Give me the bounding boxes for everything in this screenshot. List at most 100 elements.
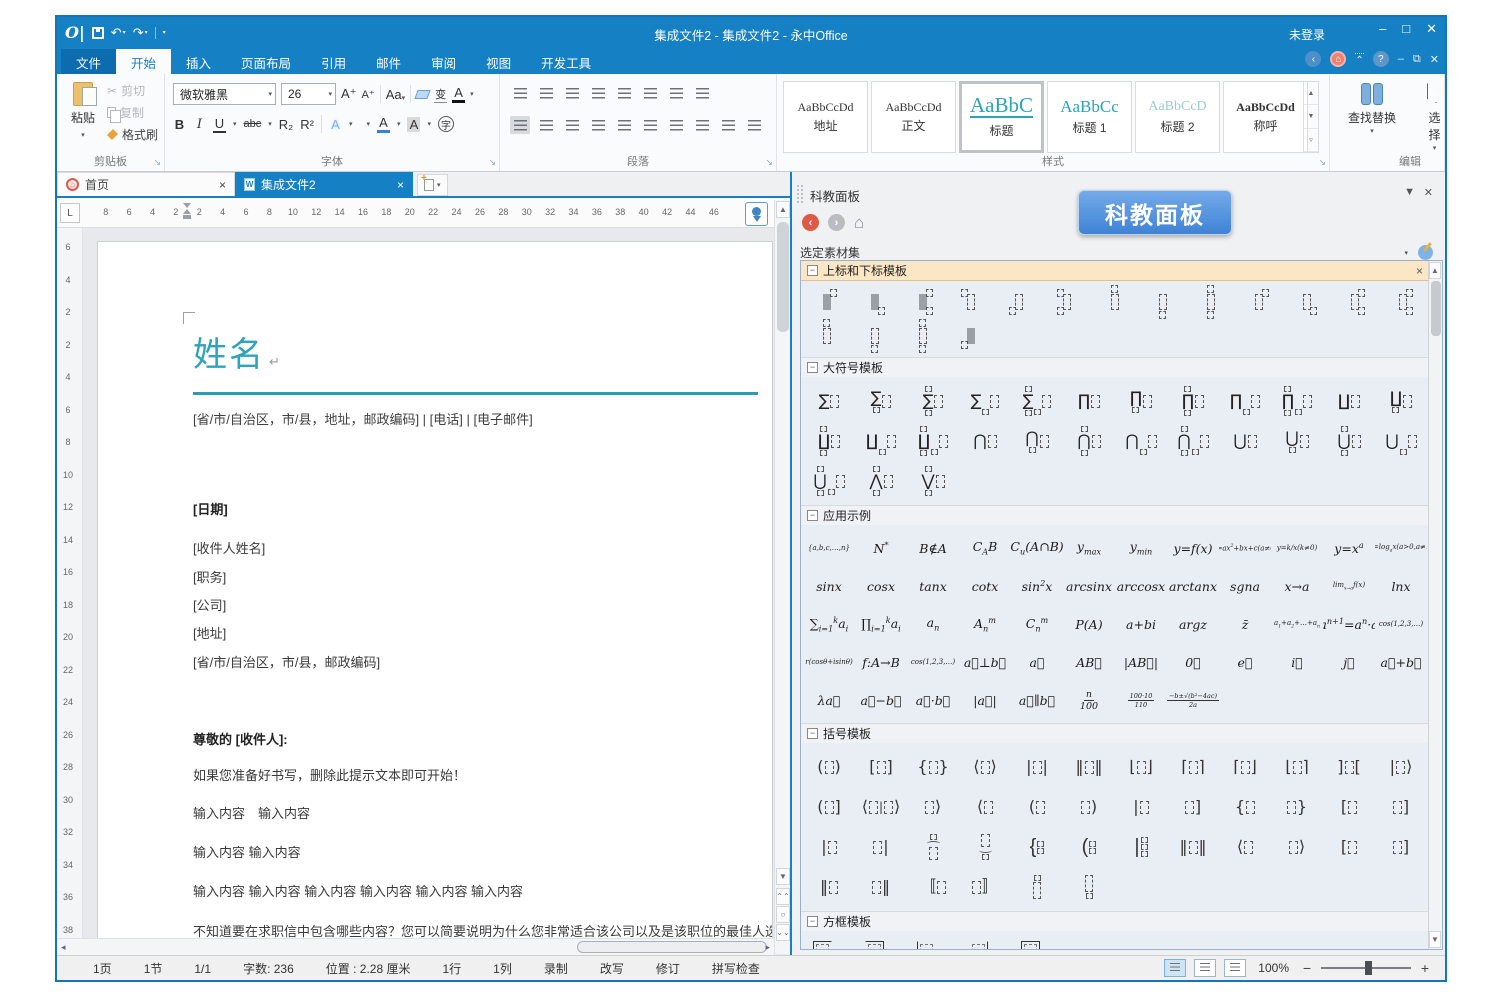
print-layout-view-button[interactable] <box>1164 959 1186 977</box>
bracket-template[interactable]: [] <box>855 747 907 787</box>
formula-example[interactable]: |a⃗| <box>959 681 1011 719</box>
bracket-template[interactable]: {} <box>907 747 959 787</box>
box-template[interactable] <box>969 935 988 950</box>
formula-example[interactable]: a⃗·b⃗ <box>907 681 959 719</box>
font-family-select[interactable]: 微软雅黑▾ <box>173 83 276 105</box>
bigop-template[interactable]: ∑ <box>907 381 959 421</box>
formula-example[interactable]: y=f(x) <box>1167 529 1219 567</box>
close-tab-icon[interactable]: × <box>219 178 226 192</box>
bracket-template[interactable]: [ <box>1323 787 1375 827</box>
collapse-icon[interactable]: − <box>807 916 818 927</box>
bigop-template[interactable]: ⋃ <box>1219 421 1271 461</box>
vertical-scrollbar[interactable]: ▲ ▼ ⌃⌃ ○ ⌄⌄ <box>774 200 790 954</box>
formula-example[interactable]: y=xa <box>1323 529 1375 567</box>
bracket-template[interactable]: | <box>803 827 855 867</box>
formula-example[interactable]: y=logax(a>0,a≠1) <box>1375 529 1427 567</box>
supsub-template[interactable] <box>1283 285 1331 319</box>
zoom-slider-handle[interactable] <box>1365 961 1372 975</box>
bigop-template[interactable]: ∐ <box>855 421 907 461</box>
previous-page-icon[interactable]: ⌃⌃ <box>776 888 790 905</box>
bigop-template[interactable]: ∐ <box>1375 381 1427 421</box>
login-status[interactable]: 未登录 <box>1289 26 1325 43</box>
formula-example[interactable]: f:A→B <box>855 643 907 681</box>
supsub-template[interactable] <box>1331 285 1379 319</box>
status-item-9[interactable]: 修订 <box>640 962 696 976</box>
panel-forward-icon[interactable]: › <box>828 214 845 231</box>
pinyin-guide-button[interactable]: 变 <box>434 86 447 103</box>
bigop-template[interactable]: ∏ <box>1219 381 1271 421</box>
formula-example[interactable]: Cnm <box>1011 605 1063 643</box>
bold-button[interactable]: B <box>173 117 186 132</box>
bigop-template[interactable]: ∏ <box>1271 381 1323 421</box>
bigop-template[interactable]: ⋀ <box>855 461 907 501</box>
increase-indent-button[interactable] <box>614 84 634 102</box>
bullet-list-button[interactable] <box>510 84 530 102</box>
bracket-template[interactable] <box>959 827 1011 867</box>
bracket-template[interactable]: { <box>1011 827 1063 867</box>
bracket-template[interactable]: ⌊⌋ <box>1115 747 1167 787</box>
formula-example[interactable]: 100·10110 <box>1115 681 1167 719</box>
bracket-template[interactable]: ⟨|⟩ <box>855 787 907 827</box>
distribute-button[interactable] <box>614 116 634 134</box>
bracket-template[interactable]: ⟨ <box>959 787 1011 827</box>
document-page[interactable]: 姓名↵ [省/市/自治区，市/县，地址，邮政编码] | [电话] | [电子邮件… <box>97 241 773 955</box>
material-set-selector[interactable]: 选定素材集 ▾ <box>800 244 1433 261</box>
panel-back-icon[interactable]: ‹ <box>802 214 819 231</box>
supsub-template[interactable] <box>1091 285 1139 319</box>
scroll-right-icon[interactable]: ▸ <box>765 942 770 953</box>
doc-close-icon[interactable]: ✕ <box>1430 53 1439 66</box>
formula-example[interactable]: P(A) <box>1063 605 1115 643</box>
character-border-button[interactable]: A <box>452 85 465 103</box>
bigop-template[interactable]: ∑ <box>959 381 1011 421</box>
formula-example[interactable]: limx→af(x) <box>1323 567 1375 605</box>
new-tab-button[interactable]: ▾ <box>417 174 448 196</box>
panel-close-icon[interactable]: ✕ <box>1424 186 1433 199</box>
close-button[interactable]: ✕ <box>1426 21 1437 37</box>
formula-example[interactable]: cotx <box>959 567 1011 605</box>
bracket-template[interactable]: } <box>1271 787 1323 827</box>
scroll-down-icon[interactable]: ▼ <box>776 868 790 885</box>
italic-button[interactable]: I <box>193 117 206 132</box>
supsub-template[interactable] <box>899 319 947 353</box>
panel-scrollbar[interactable]: ▲ ▼ <box>1428 261 1442 949</box>
bracket-template[interactable]: | <box>1115 787 1167 827</box>
supsub-template[interactable] <box>1187 285 1235 319</box>
strikethrough-button[interactable]: abc <box>244 118 262 130</box>
bracket-template[interactable]: ‖ <box>855 867 907 907</box>
formula-example[interactable]: arccosx <box>1115 567 1167 605</box>
bracket-template[interactable]: ‖‖ <box>1063 747 1115 787</box>
change-case-button[interactable]: Aa▾ <box>386 87 405 102</box>
subscript-button[interactable]: R₂ <box>279 117 293 132</box>
character-shading-button[interactable]: A <box>407 117 420 132</box>
scroll-up-icon[interactable]: ▲ <box>776 201 790 218</box>
formula-example[interactable]: y=k/x(k≠0) <box>1271 529 1323 567</box>
zoom-in-button[interactable]: + <box>1419 960 1431 976</box>
formula-example[interactable]: Cu(A∩B) <box>1011 529 1063 567</box>
supsub-template[interactable] <box>899 285 947 319</box>
supsub-template[interactable] <box>947 285 995 319</box>
collapse-icon[interactable]: − <box>807 265 818 276</box>
bracket-template[interactable]: ⟩ <box>907 787 959 827</box>
bigop-template[interactable]: ∐ <box>1323 381 1375 421</box>
style-card-2[interactable]: AaBbC标题 <box>959 81 1044 153</box>
bigop-template[interactable]: ∑ <box>1011 381 1063 421</box>
bigop-template[interactable]: ∐ <box>907 421 959 461</box>
bracket-template[interactable]: 〛 <box>959 867 1011 907</box>
supsub-template[interactable] <box>1043 285 1091 319</box>
formula-example[interactable]: tanx <box>907 567 959 605</box>
status-item-6[interactable]: 1列 <box>477 962 528 976</box>
clear-formatting-icon[interactable] <box>414 90 430 99</box>
section-close-icon[interactable]: × <box>1416 264 1423 278</box>
style-card-4[interactable]: AaBbCcD标题 2 <box>1135 81 1220 153</box>
font-color-button[interactable]: A <box>377 115 390 133</box>
section-header-3[interactable]: −括号模板 <box>801 723 1429 743</box>
copy-button[interactable]: 复制 <box>107 104 158 121</box>
section-header-1[interactable]: −大符号模板 <box>801 357 1429 377</box>
box-template[interactable] <box>865 935 884 950</box>
supsub-template[interactable] <box>851 319 899 353</box>
help-icon[interactable]: ? <box>1373 51 1389 67</box>
formula-example[interactable]: sinx <box>803 567 855 605</box>
bracket-template[interactable]: ⌊⌉ <box>1271 747 1323 787</box>
status-item-7[interactable]: 录制 <box>528 962 584 976</box>
text-wrap-button[interactable] <box>718 116 738 134</box>
